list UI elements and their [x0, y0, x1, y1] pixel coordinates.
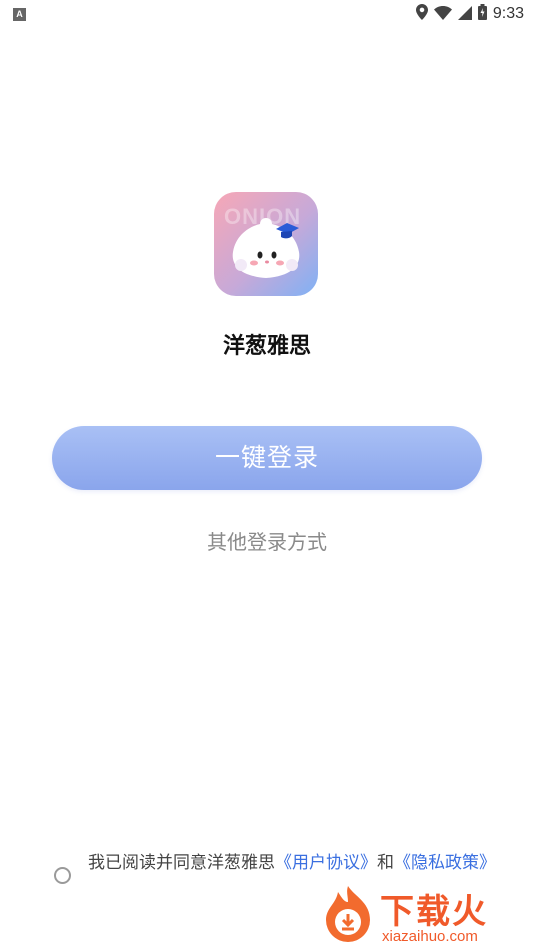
signal-icon — [457, 5, 472, 24]
agreement-and: 和 — [377, 853, 394, 873]
battery-icon — [477, 4, 487, 24]
watermark-text: 下载火 — [380, 892, 488, 932]
one-click-login-button[interactable]: 一键登录 — [52, 426, 482, 490]
wifi-icon — [433, 5, 452, 24]
privacy-policy-link[interactable]: 《隐私政策》 — [394, 853, 496, 873]
user-agreement-link[interactable]: 《用户协议》 — [275, 853, 377, 873]
agreement-checkbox[interactable] — [54, 867, 71, 884]
watermark-url: xiazaihuo.com — [382, 928, 478, 945]
agreement-prefix: 我已阅读并同意洋葱雅思 — [88, 853, 275, 873]
other-login-methods-link[interactable]: 其他登录方式 — [0, 526, 534, 555]
app-name: 洋葱雅思 — [222, 334, 311, 359]
clock: 9:33 — [492, 5, 524, 22]
location-icon — [415, 4, 428, 24]
notification-badge-icon: A — [13, 8, 26, 21]
app-logo: ONION — [214, 192, 318, 296]
flame-logo-icon — [326, 886, 370, 942]
onion-mascot-icon — [232, 218, 300, 278]
status-bar: A 9:33 — [0, 0, 534, 30]
status-icons: 9:33 — [415, 4, 524, 24]
site-watermark: 下载火 xiazaihuo.com — [314, 880, 534, 950]
agreement-text: 我已阅读并同意洋葱雅思《用户协议》和《隐私政策》 — [88, 852, 508, 874]
